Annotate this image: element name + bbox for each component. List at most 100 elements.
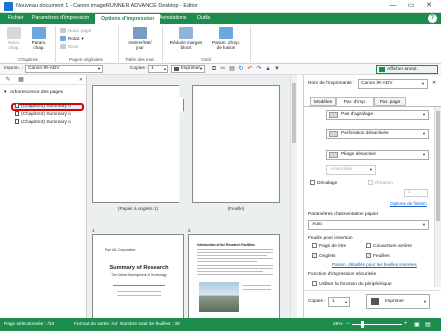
output-format-status: Format de sortie :A4 — [74, 322, 118, 327]
folding-select[interactable]: Pliage désactivé ▼ — [326, 150, 429, 160]
text-line — [243, 285, 271, 286]
toc-icon — [133, 27, 147, 39]
printer-select[interactable]: Canon iR-ADV ▼ — [25, 65, 103, 73]
tab-outils[interactable]: Outils — [191, 13, 216, 24]
chevron-down-icon: ▼ — [422, 152, 426, 157]
cut-icon[interactable]: ✂ — [220, 66, 226, 72]
split-icon — [60, 44, 66, 50]
fit-page-icon[interactable]: ▣ — [414, 321, 420, 328]
page-preview-area: (Papier à onglets 1) (Feuille) 1 Pan UK … — [87, 75, 297, 320]
tree-toolbar: ✎ ▦ ✕ — [0, 75, 87, 85]
doc-rule — [117, 295, 161, 296]
close-pane-icon[interactable]: ✕ — [432, 80, 436, 86]
sheets-checkbox[interactable]: ✓ Feuilles — [366, 253, 390, 259]
tab-annotations[interactable]: Annotations — [153, 13, 192, 24]
stapling-select[interactable]: Pas d'agrafage ▼ — [326, 110, 429, 120]
page-thumbnail-1[interactable]: Pan UK Corporation Summary of Research T… — [92, 234, 184, 320]
help-icon[interactable]: ? — [428, 14, 437, 23]
copies-input[interactable]: 1 ▴ — [148, 65, 168, 73]
finishing-options-link[interactable]: Options de finition — [390, 201, 427, 206]
collate-select[interactable]: Assembler ▼ — [326, 165, 376, 175]
tab-options-impression[interactable]: Options d'impression — [94, 13, 162, 24]
scrollbar-thumb[interactable] — [436, 111, 440, 221]
printer-icon — [371, 298, 379, 305]
zoom-in-icon[interactable]: + — [404, 321, 408, 327]
tree-chapter-1[interactable]: (Chapitre1) Summary o — [15, 103, 89, 110]
rotate-button[interactable]: Rotat. ▾ — [60, 35, 84, 42]
pin-icon[interactable]: ✎ — [5, 77, 11, 83]
zoom-out-icon[interactable]: − — [346, 321, 350, 327]
new-chapter-button[interactable]: Nouv. chap. — [3, 27, 25, 50]
reduce-margins-button[interactable]: Réduire marges blocs — [168, 27, 204, 50]
close-pane-icon[interactable]: ✕ — [78, 77, 84, 83]
fit-width-icon[interactable]: ▤ — [425, 321, 431, 328]
annotation-icon — [379, 67, 385, 72]
text-line — [197, 252, 273, 253]
zoom-slider-handle[interactable] — [361, 321, 364, 328]
offset-checkbox[interactable]: Décalage — [310, 180, 337, 186]
selected-page-status: Page sélectionnée : /33 — [4, 322, 55, 327]
page-number: 1 — [92, 228, 95, 233]
page-thumbnail-sheet[interactable] — [192, 85, 280, 203]
printer-name-select[interactable]: Canon iR-ADV ▼ — [358, 79, 428, 89]
copy-icon[interactable]: ⧉ — [211, 66, 217, 72]
refresh-icon[interactable]: ↻ — [238, 66, 244, 72]
chevron-down-icon: ▼ — [422, 131, 426, 136]
move-down-icon[interactable]: ▼ — [274, 66, 280, 72]
chevron-down-icon: ▼ — [97, 66, 101, 71]
group-label-pages: Pages originales — [69, 57, 103, 62]
rotation-checkbox[interactable]: Rotation — [368, 180, 393, 186]
redo-icon[interactable]: ↷ — [256, 66, 262, 72]
insert-sheet-label: Feuille pour insertion — [308, 236, 353, 241]
use-device-function-checkbox[interactable]: Utiliser la fonction du périphérique — [312, 281, 392, 287]
group-label-chapitres: Chapitres — [18, 57, 38, 62]
maximize-button[interactable]: ▭ — [403, 0, 419, 12]
document-icon — [15, 119, 19, 125]
settings-scrollbar[interactable] — [434, 107, 441, 287]
close-button[interactable]: ✕ — [421, 0, 437, 12]
window-title: Nouveau document 1 - Canon imageRUNNER A… — [16, 3, 198, 9]
zoom-slider[interactable] — [352, 324, 402, 325]
print-toolbar: Imprim. : Canon iR-ADV ▼ Copies : 1 ▴ Impr… — [0, 64, 441, 75]
copies-input[interactable]: 1 ▴ — [328, 297, 350, 307]
tab-par-imp[interactable]: Par. d'imp. — [336, 97, 374, 106]
paper-source-select[interactable]: Auto ▼ — [308, 220, 429, 230]
show-annotations-button[interactable]: Afficher annot. — [376, 65, 438, 74]
text-line — [197, 274, 273, 275]
tree-view-icon[interactable]: ▦ — [18, 77, 24, 83]
tree-root[interactable]: Arborescence des pages — [10, 90, 63, 95]
undo-icon[interactable]: ↶ — [247, 66, 253, 72]
merge-print-settings-button[interactable]: Param. d'imp. de fusion — [210, 27, 242, 50]
insert-update-toc-button[interactable]: Insérer/Mé/ jour — [124, 27, 156, 50]
title-page-checkbox[interactable]: Page de titre — [312, 243, 346, 249]
offset-count-input[interactable]: 1 — [404, 189, 428, 197]
settings-print-button[interactable]: Imprimer ▼ — [366, 294, 430, 309]
tree-chapter-3[interactable]: (Chapitre3) Summary o — [15, 119, 89, 126]
tabs-checkbox[interactable]: ✓ Onglets — [312, 253, 336, 259]
tree-chapter-2[interactable]: (Chapitre2) Summary o — [15, 111, 89, 118]
checkbox-checked-icon: ✓ — [366, 253, 371, 258]
insert-sheet-details-link[interactable]: Param. détaillés pour les feuilles insér… — [332, 262, 417, 267]
minimize-button[interactable]: — — [385, 0, 401, 12]
punch-select[interactable]: Perforation désactivée ▼ — [326, 129, 429, 139]
new-page-button[interactable]: Nouv. page — [60, 27, 91, 34]
back-cover-checkbox[interactable]: Couverture arrière — [366, 243, 412, 249]
page-thumbnail-tab-paper[interactable] — [92, 85, 184, 203]
page-caption: (Feuille) — [227, 206, 245, 211]
tab-modeles[interactable]: Modèles — [310, 97, 336, 106]
move-up-icon[interactable]: ▲ — [265, 66, 271, 72]
split-button[interactable]: Divis. — [60, 43, 79, 50]
punch-icon — [329, 131, 338, 137]
checkbox-icon — [312, 281, 317, 286]
paste-icon[interactable]: ▤ — [229, 66, 235, 72]
page-thumbnail-2[interactable]: Introduction of the Research Facilities — [188, 234, 280, 320]
preview-scrollbar[interactable] — [290, 75, 297, 318]
chevron-down-icon: ▼ — [199, 66, 203, 71]
tab-parametres-impression[interactable]: Paramètres d'impression — [26, 13, 95, 24]
doc-rule — [117, 291, 161, 292]
printer-name-label: Nom de l'imprimante : — [308, 81, 355, 86]
scrollbar-thumb[interactable] — [292, 83, 296, 143]
print-button[interactable]: Imprimer ▼ — [171, 65, 205, 73]
chapter-settings-button[interactable]: Param. chap. — [27, 27, 51, 50]
tab-par-page[interactable]: Par. page — [374, 97, 406, 106]
